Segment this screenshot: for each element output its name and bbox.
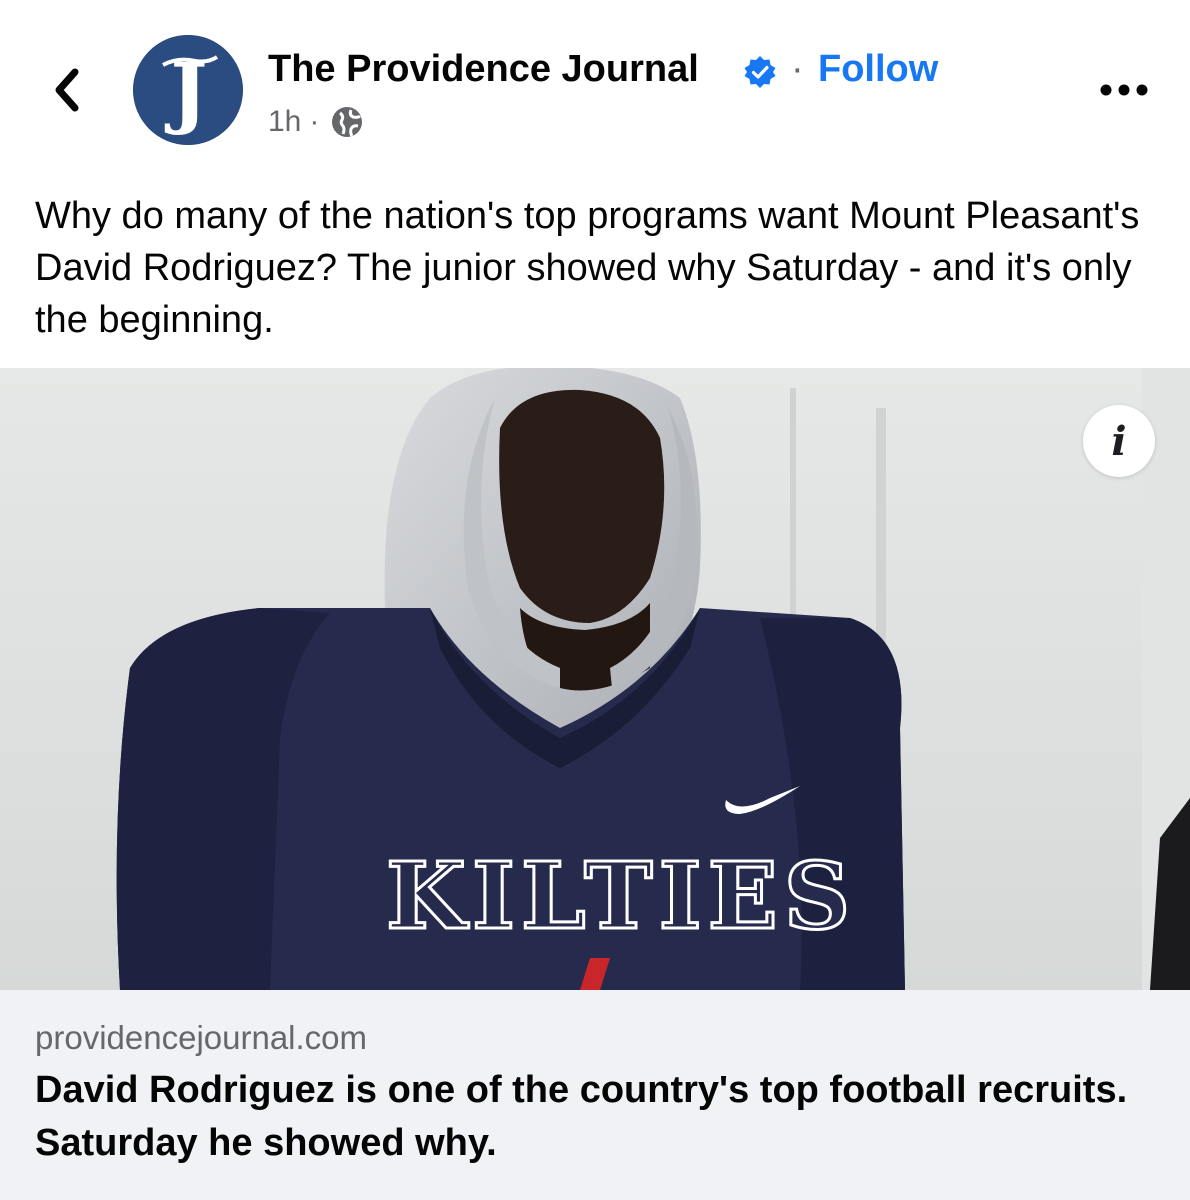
post-meta: 1h · (268, 102, 363, 142)
chevron-left-icon (55, 68, 79, 112)
back-button[interactable] (40, 62, 96, 118)
link-domain: providencejournal.com (35, 1019, 368, 1056)
more-options-icon[interactable] (1098, 72, 1150, 108)
post-header: J The Providence Journal · Follow 1h · (0, 0, 1190, 175)
post-text: Why do many of the nation's top programs… (35, 195, 1140, 341)
link-headline[interactable]: David Rodriguez is one of the country's … (35, 1064, 1145, 1170)
verified-badge-icon (744, 56, 776, 88)
post-photo[interactable]: KILTIES i (0, 368, 1190, 990)
journal-logo: J (133, 35, 243, 145)
globe-icon (332, 107, 363, 137)
athlete-photo: KILTIES (0, 368, 1190, 990)
jersey-lettering: KILTIES (386, 842, 856, 950)
post-timestamp[interactable]: 1h (268, 102, 301, 142)
page-avatar[interactable]: J (133, 35, 243, 145)
meta-separator: · (309, 105, 320, 138)
page-name-link[interactable]: The Providence Journal (268, 44, 699, 94)
header-separator: · (791, 48, 804, 90)
info-icon[interactable]: i (1083, 405, 1155, 477)
follow-button[interactable]: Follow (818, 44, 938, 94)
